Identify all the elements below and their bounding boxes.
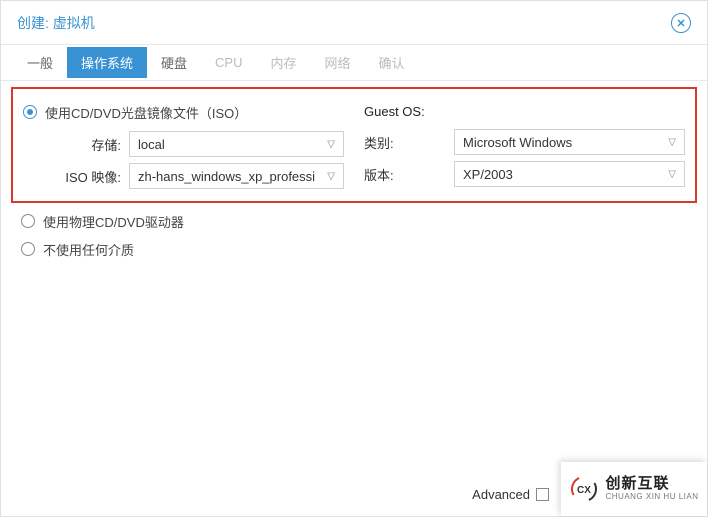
category-select[interactable]: Microsoft Windows ▽	[454, 129, 685, 155]
tab-os[interactable]: 操作系统	[67, 47, 147, 78]
storage-value: local	[138, 137, 165, 152]
tab-general[interactable]: 一般	[13, 47, 67, 78]
brand-logo-icon: CX	[569, 474, 599, 504]
radio-physical[interactable]	[21, 214, 35, 228]
brand-name: 创新互联	[605, 476, 698, 493]
version-label: 版本:	[364, 165, 454, 184]
guest-os-heading: Guest OS:	[364, 97, 685, 125]
iso-value: zh-hans_windows_xp_professi	[138, 169, 315, 184]
tab-network: 网络	[311, 47, 365, 78]
radio-none-label: 不使用任何介质	[43, 240, 134, 259]
version-value: XP/2003	[463, 167, 513, 182]
category-label: 类别:	[364, 133, 454, 152]
version-select[interactable]: XP/2003 ▽	[454, 161, 685, 187]
chevron-down-icon: ▽	[327, 171, 335, 182]
advanced-label: Advanced	[472, 487, 530, 502]
wizard-tabs: 一般 操作系统 硬盘 CPU 内存 网络 确认	[1, 45, 707, 81]
close-icon[interactable]	[671, 13, 691, 33]
category-value: Microsoft Windows	[463, 135, 572, 150]
svg-text:CX: CX	[578, 485, 592, 496]
storage-select[interactable]: local ▽	[129, 131, 344, 157]
radio-use-iso[interactable]	[23, 105, 37, 119]
tab-confirm: 确认	[365, 47, 419, 78]
brand-sub: CHUANG XIN HU LIAN	[605, 493, 698, 502]
brand-watermark: CX 创新互联 CHUANG XIN HU LIAN	[561, 462, 707, 516]
radio-physical-label: 使用物理CD/DVD驱动器	[43, 212, 184, 231]
radio-none[interactable]	[21, 242, 35, 256]
iso-label: ISO 映像:	[23, 167, 129, 186]
tab-disk[interactable]: 硬盘	[147, 47, 201, 78]
storage-label: 存储:	[23, 135, 129, 154]
chevron-down-icon: ▽	[668, 137, 676, 148]
highlighted-region: 使用CD/DVD光盘镜像文件（ISO） 存储: local ▽ ISO 映像: …	[11, 87, 697, 203]
advanced-checkbox[interactable]	[536, 488, 549, 501]
chevron-down-icon: ▽	[327, 139, 335, 150]
iso-select[interactable]: zh-hans_windows_xp_professi ▽	[129, 163, 344, 189]
chevron-down-icon: ▽	[668, 169, 676, 180]
radio-use-iso-label: 使用CD/DVD光盘镜像文件（ISO）	[45, 103, 247, 122]
tab-memory: 内存	[257, 47, 311, 78]
dialog-title: 创建: 虚拟机	[17, 13, 95, 33]
tab-cpu: CPU	[201, 49, 256, 76]
